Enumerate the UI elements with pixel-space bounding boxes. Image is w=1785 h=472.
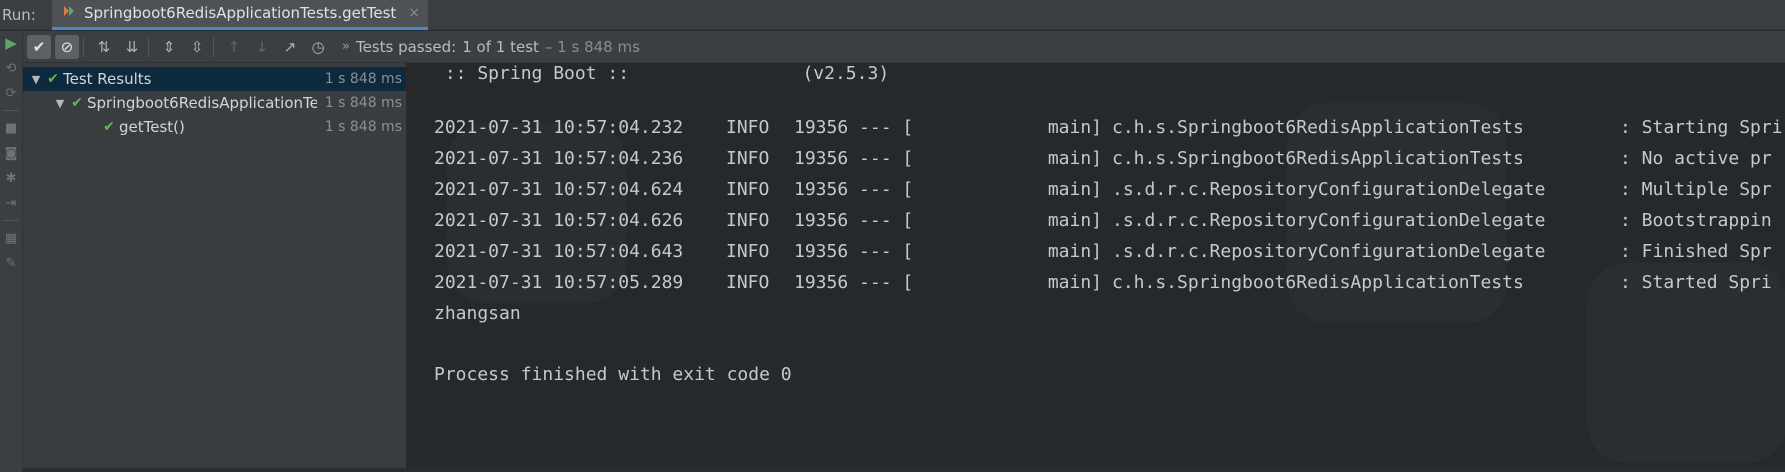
log-pid: 19356 --- [: [794, 179, 914, 200]
tab-run-config[interactable]: Springboot6RedisApplicationTests.getTest…: [52, 0, 429, 30]
run-label: Run:: [2, 5, 36, 24]
log-logger: .s.d.r.c.RepositoryConfigurationDelegate: [1112, 210, 1546, 231]
close-icon[interactable]: ×: [408, 5, 420, 21]
test-history-icon[interactable]: ◷: [306, 35, 330, 59]
background-watermark: [1587, 263, 1785, 463]
log-thread: main]: [1047, 179, 1102, 200]
log-timestamp: 2021-07-31 10:57:05.289: [434, 272, 684, 293]
tree-node-duration: 1 s 848 ms: [324, 119, 402, 135]
tree-node-label: Test Results: [63, 70, 152, 88]
passed-check-icon: ✔: [71, 95, 83, 111]
log-timestamp: 2021-07-31 10:57:04.232: [434, 117, 684, 138]
export-icon[interactable]: ↗: [278, 35, 302, 59]
camera-icon[interactable]: ◙: [3, 145, 19, 161]
collapse-all-icon[interactable]: ⇳: [185, 35, 209, 59]
log-message: : Finished Spr: [1620, 241, 1772, 262]
tree-node-label: Springboot6RedisApplicationTe: [87, 94, 317, 112]
log-message: : No active pr: [1620, 148, 1772, 169]
test-tree: ▼ ✔ Test Results 1 s 848 ms ▼ ✔ Springbo…: [23, 63, 407, 468]
log-level: INFO: [726, 117, 770, 138]
program-output: zhangsan: [434, 303, 521, 324]
tree-node-test-results[interactable]: ▼ ✔ Test Results 1 s 848 ms: [23, 67, 406, 91]
tree-node-test-class[interactable]: ▼ ✔ Springboot6RedisApplicationTe 1 s 84…: [23, 91, 406, 115]
show-passed-icon[interactable]: ✔: [27, 34, 51, 59]
status-count: 1 of 1 test: [462, 37, 539, 56]
tree-node-duration: 1 s 848 ms: [324, 71, 402, 87]
passed-check-icon: ✔: [47, 71, 59, 87]
status-duration: – 1 s 848 ms: [544, 37, 640, 56]
log-thread: main]: [1047, 272, 1102, 293]
debug-icon[interactable]: ✱: [3, 170, 19, 186]
stop-icon[interactable]: ■: [3, 120, 19, 136]
toolbar-divider: [213, 36, 214, 57]
toolbar-divider: [3, 110, 19, 111]
log-line: 2021-07-31 10:57:04.626 INFO 19356 --- […: [434, 210, 1772, 231]
log-thread: main]: [1047, 148, 1102, 169]
console-output[interactable]: :: Spring Boot :: (v2.5.3) 2021-07-31 10…: [407, 63, 1785, 468]
layout-icon[interactable]: ▦: [3, 230, 19, 246]
passed-check-icon: ✔: [103, 119, 115, 135]
process-exit-message: Process finished with exit code 0: [434, 364, 792, 385]
log-line: 2021-07-31 10:57:04.643 INFO 19356 --- […: [434, 241, 1772, 262]
sort-alphabetically-icon[interactable]: ⇅: [92, 35, 116, 59]
spring-boot-banner: :: Spring Boot :: (v2.5.3): [434, 63, 890, 84]
log-message: : Starting Spri: [1620, 117, 1783, 138]
log-line: 2021-07-31 10:57:05.289 INFO 19356 --- […: [434, 272, 1772, 293]
left-toolbar: ▶ ⟲ ⟳ ■ ◙ ✱ ⇥ ▦ ✎: [0, 31, 23, 472]
previous-failed-icon[interactable]: ↑: [222, 35, 246, 59]
log-logger: c.h.s.Springboot6RedisApplicationTests: [1112, 148, 1524, 169]
log-message: : Started Spri: [1620, 272, 1772, 293]
log-logger: .s.d.r.c.RepositoryConfigurationDelegate: [1112, 179, 1546, 200]
sort-by-duration-icon[interactable]: ⇊: [120, 35, 144, 59]
log-level: INFO: [726, 272, 770, 293]
log-message: : Multiple Spr: [1620, 179, 1772, 200]
log-level: INFO: [726, 148, 770, 169]
expand-all-icon[interactable]: ⇕: [157, 35, 181, 59]
test-status: » Tests passed: 1 of 1 test – 1 s 848 ms: [342, 38, 640, 56]
status-prefix: Tests passed:: [355, 37, 457, 56]
toggle-auto-test-icon[interactable]: ⟳: [3, 85, 19, 101]
rerun-failed-icon[interactable]: ⟲: [3, 60, 19, 76]
log-line: 2021-07-31 10:57:04.624 INFO 19356 --- […: [434, 179, 1772, 200]
tree-node-duration: 1 s 848 ms: [324, 95, 402, 111]
log-logger: c.h.s.Springboot6RedisApplicationTests: [1112, 117, 1524, 138]
tree-node-label: getTest(): [119, 118, 185, 136]
log-thread: main]: [1047, 241, 1102, 262]
chevron-down-icon[interactable]: ▼: [53, 97, 67, 110]
log-level: INFO: [726, 210, 770, 231]
log-thread: main]: [1047, 117, 1102, 138]
exit-icon[interactable]: ⇥: [3, 195, 19, 211]
tab-title: Springboot6RedisApplicationTests.getTest: [84, 4, 397, 22]
run-config-icon: [62, 4, 76, 22]
show-ignored-icon[interactable]: ⊘: [55, 34, 79, 59]
chevron-down-icon[interactable]: ▼: [29, 73, 43, 86]
log-level: INFO: [726, 241, 770, 262]
pin-icon[interactable]: ✎: [3, 255, 19, 271]
log-pid: 19356 --- [: [794, 272, 914, 293]
log-timestamp: 2021-07-31 10:57:04.624: [434, 179, 684, 200]
log-pid: 19356 --- [: [794, 117, 914, 138]
log-logger: .s.d.r.c.RepositoryConfigurationDelegate: [1112, 241, 1546, 262]
log-level: INFO: [726, 179, 770, 200]
log-pid: 19356 --- [: [794, 210, 914, 231]
log-message: : Bootstrappin: [1620, 210, 1772, 231]
log-logger: c.h.s.Springboot6RedisApplicationTests: [1112, 272, 1524, 293]
toolbar-divider: [148, 36, 149, 57]
next-failed-icon[interactable]: ↓: [250, 35, 274, 59]
chevron-right-icon[interactable]: »: [342, 39, 350, 54]
log-pid: 19356 --- [: [794, 148, 914, 169]
log-pid: 19356 --- [: [794, 241, 914, 262]
run-tool-window-header: Run: Springboot6RedisApplicationTests.ge…: [0, 0, 1785, 30]
log-thread: main]: [1047, 210, 1102, 231]
rerun-icon[interactable]: ▶: [3, 34, 19, 52]
test-toolbar: ✔ ⊘ ⇅ ⇊ ⇕ ⇳ ↑ ↓ ↗ ◷ » Tests passed: 1 of…: [23, 31, 1785, 63]
log-line: 2021-07-31 10:57:04.232 INFO 19356 --- […: [434, 117, 1783, 138]
log-timestamp: 2021-07-31 10:57:04.643: [434, 241, 684, 262]
log-timestamp: 2021-07-31 10:57:04.236: [434, 148, 684, 169]
toolbar-divider: [83, 36, 84, 57]
toolbar-divider: [3, 220, 19, 221]
tree-node-test-method[interactable]: ✔ getTest() 1 s 848 ms: [23, 115, 406, 139]
log-line: 2021-07-31 10:57:04.236 INFO 19356 --- […: [434, 148, 1772, 169]
log-timestamp: 2021-07-31 10:57:04.626: [434, 210, 684, 231]
